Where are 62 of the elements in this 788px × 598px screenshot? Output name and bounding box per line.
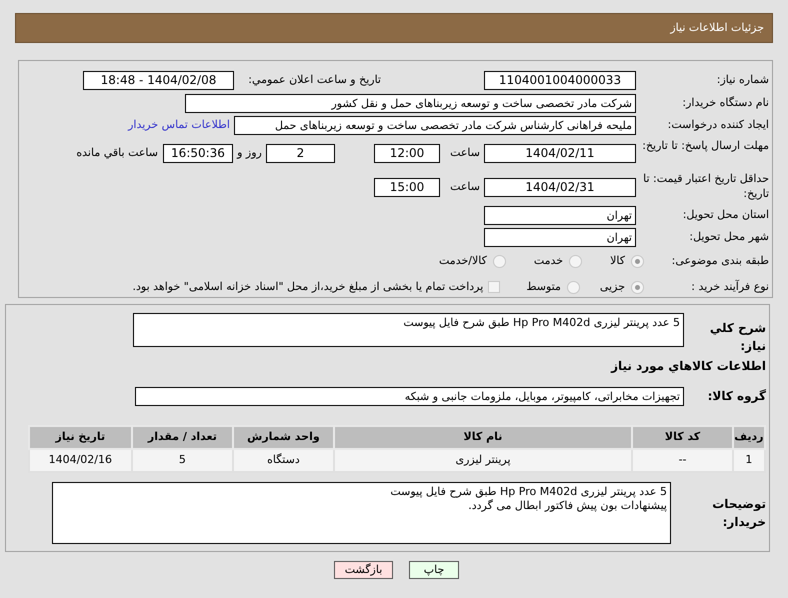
checkbox-label: پرداخت تمام یا بخشی از مبلغ خرید،از محل "اسناد خزانه اسلامی" خواهد بود. <box>132 278 484 295</box>
column-header: ردیف <box>732 426 765 449</box>
back-button[interactable]: بازگشت <box>334 561 393 579</box>
table-cell: 5 <box>132 449 234 472</box>
input-field: 15:00 <box>374 178 440 196</box>
option-label: کالا/خدمت <box>439 252 487 269</box>
radio-button[interactable] <box>631 280 644 294</box>
option-label: جزیی <box>600 278 625 295</box>
notes-line: 5 عدد پرینتر لیزری Hp Pro M402d طبق شرح فایل پیوست <box>389 485 667 499</box>
field-label: روز و <box>236 144 263 161</box>
field-label: ساعت <box>449 178 481 195</box>
column-header: کد کالا <box>632 426 733 449</box>
field-label: حداقل تاریخ اعتبار قیمت: تا تاریخ: <box>642 171 769 201</box>
field-label: نوع فرآیند خرید : <box>690 278 769 295</box>
input-field: شرکت مادر تخصصی ساخت و توسعه زیربناهای حمل و نقل کشور <box>185 94 636 112</box>
input-field: تهران <box>484 228 636 246</box>
column-header: تعداد / مقدار <box>132 426 234 449</box>
table-cell: پرینتر لیزری <box>334 449 632 472</box>
table-cell: دستگاه <box>233 449 334 472</box>
description-box: 5 عدد پرینتر لیزری Hp Pro M402d طبق شرح فایل پیوست <box>133 313 684 347</box>
input-field: 1404/02/11 <box>484 144 636 162</box>
input-field: 1404/02/31 <box>484 178 636 196</box>
field-label: طبقه بندی موضوعی: <box>670 252 769 269</box>
option-label: خدمت <box>534 252 564 269</box>
radio-button[interactable] <box>492 254 506 268</box>
column-header: واحد شمارش <box>233 426 334 449</box>
input-field: 12:00 <box>374 144 440 162</box>
field-label: نام دستگاه خریدار: <box>681 94 769 111</box>
option-label: کالا <box>610 252 625 269</box>
table-cell: 1404/02/16 <box>29 449 132 472</box>
field-label: شهر محل تحویل: <box>688 228 769 245</box>
notes-line: پیشنهادات بون پیش فاکتور ابطال می گردد. <box>467 499 667 513</box>
field-label: شرح کلي نیاز: <box>708 320 766 355</box>
section-title: اطلاعات کالاهاي مورد نیاز <box>611 358 766 375</box>
input-field: ملیحه فراهانی کارشناس شرکت مادر تخصصی ساخت و توسعه زیربناهای حمل <box>234 116 636 134</box>
option-label: متوسط <box>526 278 561 295</box>
radio-button[interactable] <box>569 254 582 268</box>
countdown-field: 16:50:36 <box>163 144 233 162</box>
field-label: ایجاد کننده درخواست: <box>666 116 769 133</box>
column-header: نام کالا <box>334 426 632 449</box>
field-label: تاریخ و ساعت اعلان عمومي: <box>247 72 381 88</box>
field-label: شماره نیاز: <box>716 72 769 88</box>
column-header: تاریخ نیاز <box>29 426 132 449</box>
input-field: 2 <box>266 144 335 162</box>
contact-link[interactable]: اطلاعات تماس خریدار <box>128 116 230 134</box>
checkbox[interactable] <box>488 281 500 293</box>
field-label: توضیحات خریدار: <box>711 496 766 531</box>
field-label: ساعت باقي مانده <box>76 144 158 161</box>
table-cell: 1 <box>732 449 765 472</box>
page-title: جزئیات اطلاعات نیاز <box>670 20 764 36</box>
table-cell: -- <box>632 449 733 472</box>
input-field: 1404/02/08 - 18:48 <box>83 71 234 90</box>
field-label: استان محل تحویل: <box>682 206 769 223</box>
radio-button[interactable] <box>566 280 580 294</box>
input-field: تجهیزات مخابراتی، کامپیوتر، موبایل، ملزومات جانبی و شبکه <box>135 386 684 406</box>
print-button[interactable]: چاپ <box>409 561 459 579</box>
input-field: 1104001004000033 <box>484 71 636 90</box>
field-label: ساعت <box>449 144 481 161</box>
radio-button[interactable] <box>631 254 644 268</box>
field-label: مهلت ارسال پاسخ: تا تاریخ: <box>641 138 769 153</box>
field-label: گروه کالا: <box>706 388 766 405</box>
input-field: تهران <box>484 206 636 224</box>
